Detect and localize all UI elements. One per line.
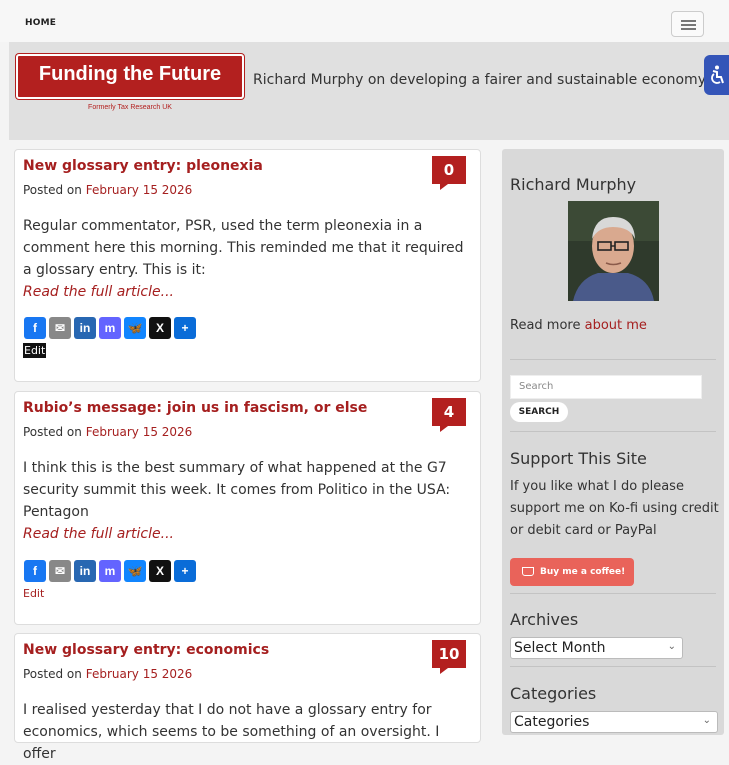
x-icon[interactable]: X [149, 560, 171, 582]
accessibility-button[interactable] [704, 55, 729, 95]
post-meta: Posted on February 15 2026 [23, 183, 192, 197]
about-me-link[interactable]: about me [585, 318, 647, 333]
search-button[interactable]: SEARCH [510, 402, 568, 422]
support-text: If you like what I do please support me … [510, 479, 719, 538]
post-excerpt: I realised yesterday that I do not have … [23, 699, 473, 765]
post-date-link[interactable]: February 15 2026 [86, 425, 193, 439]
chevron-down-icon: ⌄ [667, 641, 676, 652]
post-card: Rubio’s message: join us in fascism, or … [14, 391, 481, 625]
post-title-link[interactable]: New glossary entry: economics [23, 642, 269, 658]
menu-toggle-button[interactable] [671, 11, 704, 37]
logo-subtitle: Formerly Tax Research UK [88, 104, 172, 111]
mastodon-icon[interactable]: m [99, 560, 121, 582]
author-widget-heading: Richard Murphy [510, 175, 637, 194]
categories-select[interactable]: Categories ⌄ [510, 711, 718, 733]
sidebar-divider [510, 359, 716, 360]
author-portrait [568, 201, 659, 301]
bluesky-icon[interactable]: 🦋 [124, 317, 146, 339]
comment-count-badge[interactable]: 4 [432, 398, 466, 432]
kofi-button-label: Buy me a coffee! [540, 567, 626, 577]
archives-select[interactable]: Select Month ⌄ [510, 637, 683, 659]
post-card: New glossary entry: economics Posted on … [14, 633, 481, 762]
categories-select-value: Categories [514, 714, 590, 730]
edit-link[interactable]: Edit [23, 587, 44, 600]
share-plus-icon[interactable]: + [174, 317, 196, 339]
about-me-text: Read more about me [510, 315, 647, 337]
read-more-prefix: Read more [510, 318, 585, 333]
comment-count-badge[interactable]: 0 [432, 156, 466, 190]
hamburger-line [681, 28, 696, 30]
posted-on-label: Posted on [23, 183, 82, 197]
archives-heading: Archives [510, 610, 579, 629]
posted-on-label: Posted on [23, 425, 82, 439]
share-plus-icon[interactable]: + [174, 560, 196, 582]
kofi-button[interactable]: Buy me a coffee! [510, 558, 634, 586]
bluesky-icon[interactable]: 🦋 [124, 560, 146, 582]
sidebar-divider [510, 593, 716, 594]
site-tagline: Richard Murphy on developing a fairer an… [253, 72, 706, 88]
post-excerpt-text: I think this is the best summary of what… [23, 460, 451, 520]
nav-home-link[interactable]: HOME [25, 18, 56, 28]
site-header: Funding the Future Formerly Tax Research… [9, 42, 729, 140]
top-nav-bar: HOME [0, 0, 729, 42]
read-more-link[interactable]: Read the full article... [23, 281, 473, 303]
post-date-link[interactable]: February 15 2026 [86, 183, 193, 197]
accessibility-icon [711, 65, 724, 84]
post-excerpt-text: I realised yesterday that I do not have … [23, 702, 440, 762]
comment-count-badge[interactable]: 10 [432, 640, 466, 674]
edit-link[interactable]: Edit [23, 343, 47, 358]
post-excerpt: I think this is the best summary of what… [23, 457, 473, 545]
mastodon-icon[interactable]: m [99, 317, 121, 339]
post-card: New glossary entry: pleonexia Posted on … [14, 149, 481, 382]
sidebar-divider [510, 666, 716, 667]
post-excerpt: Regular commentator, PSR, used the term … [23, 215, 473, 303]
linkedin-icon[interactable]: in [74, 317, 96, 339]
search-input[interactable]: Search [510, 375, 702, 399]
hamburger-line [681, 24, 696, 26]
facebook-icon[interactable]: f [24, 560, 46, 582]
share-buttons: f ✉ in m 🦋 X + [24, 560, 196, 582]
facebook-icon[interactable]: f [24, 317, 46, 339]
chevron-down-icon: ⌄ [702, 715, 711, 726]
post-meta: Posted on February 15 2026 [23, 425, 192, 439]
post-date-link[interactable]: February 15 2026 [86, 667, 193, 681]
sidebar: Richard Murphy Read more about me Search… [502, 149, 724, 735]
post-excerpt-text: Regular commentator, PSR, used the term … [23, 218, 464, 278]
email-icon[interactable]: ✉ [49, 560, 71, 582]
email-icon[interactable]: ✉ [49, 317, 71, 339]
post-title-link[interactable]: Rubio’s message: join us in fascism, or … [23, 400, 367, 416]
support-widget-heading: Support This Site [510, 449, 647, 468]
archives-select-value: Select Month [514, 640, 606, 656]
site-logo[interactable]: Funding the Future [16, 54, 244, 99]
sidebar-divider [510, 431, 716, 432]
linkedin-icon[interactable]: in [74, 560, 96, 582]
share-buttons: f ✉ in m 🦋 X + [24, 317, 196, 339]
categories-heading: Categories [510, 684, 597, 703]
posted-on-label: Posted on [23, 667, 82, 681]
x-icon[interactable]: X [149, 317, 171, 339]
hamburger-icon [681, 20, 696, 22]
logo-title: Funding the Future [38, 63, 222, 85]
read-more-link[interactable]: Read the full article... [23, 523, 473, 545]
post-title-link[interactable]: New glossary entry: pleonexia [23, 158, 263, 174]
coffee-cup-icon [522, 567, 534, 576]
post-meta: Posted on February 15 2026 [23, 667, 192, 681]
